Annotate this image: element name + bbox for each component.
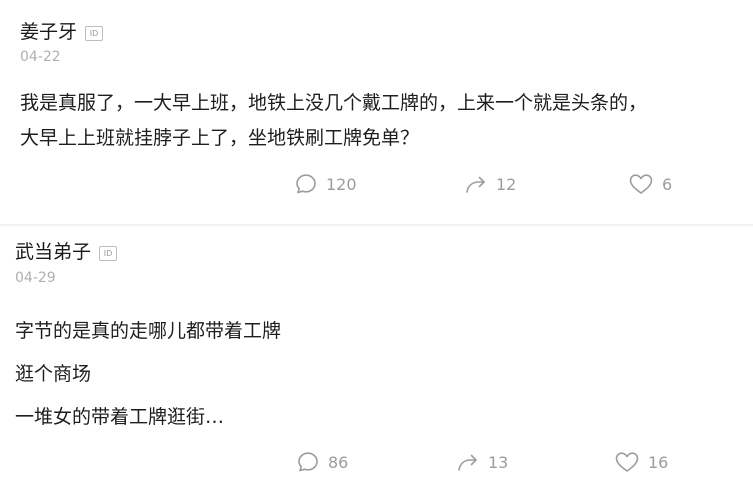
repost-arrow-icon — [464, 172, 488, 196]
post-actions: 86 13 16 — [0, 450, 753, 480]
post-content-line: 一堆女的带着工牌逛街… — [15, 406, 225, 428]
like-count: 6 — [662, 174, 673, 194]
comment-bubble-icon — [296, 450, 320, 474]
id-badge-icon: ID — [85, 25, 104, 41]
comment-button[interactable]: 86 — [296, 450, 348, 474]
post-header: 姜子牙 ID — [20, 20, 104, 44]
post-actions: 120 12 6 — [0, 172, 753, 202]
post-content: 我是真服了，一大早上班，地铁上没几个戴工牌的，上来一个就是头条的， 大早上上班就… — [20, 86, 740, 156]
repost-button[interactable]: 12 — [464, 172, 516, 196]
post-content-line: 字节的是真的走哪儿都带着工牌 — [15, 320, 282, 342]
post-content: 字节的是真的走哪儿都带着工牌 逛个商场 一堆女的带着工牌逛街… — [15, 310, 735, 439]
post-content-line: 大早上上班就挂脖子上了，坐地铁刷工牌免单？ — [20, 127, 420, 149]
comment-count: 120 — [326, 174, 357, 194]
post-header: 武当弟子 ID — [15, 240, 118, 264]
post-card: 姜子牙 ID 04-22 我是真服了，一大早上班，地铁上没几个戴工牌的，上来一个… — [0, 0, 753, 224]
author-name[interactable]: 武当弟子 — [15, 240, 91, 264]
author-name[interactable]: 姜子牙 — [20, 20, 77, 44]
repost-count: 13 — [488, 452, 509, 472]
post-date: 04-22 — [20, 49, 61, 65]
post-content-line: 逛个商场 — [15, 363, 92, 385]
comment-count: 86 — [328, 452, 349, 472]
repost-arrow-icon — [456, 450, 480, 474]
comment-bubble-icon — [294, 172, 318, 196]
like-count: 16 — [648, 452, 669, 472]
id-badge-icon: ID — [99, 245, 118, 261]
comment-button[interactable]: 120 — [294, 172, 357, 196]
repost-count: 12 — [496, 174, 517, 194]
post-card: 武当弟子 ID 04-29 字节的是真的走哪儿都带着工牌 逛个商场 一堆女的带着… — [0, 226, 753, 494]
heart-icon — [628, 172, 654, 196]
post-date: 04-29 — [15, 270, 56, 286]
like-button[interactable]: 16 — [614, 450, 668, 474]
post-content-line: 我是真服了，一大早上班，地铁上没几个戴工牌的，上来一个就是头条的， — [20, 92, 648, 114]
repost-button[interactable]: 13 — [456, 450, 508, 474]
heart-icon — [614, 450, 640, 474]
like-button[interactable]: 6 — [628, 172, 672, 196]
